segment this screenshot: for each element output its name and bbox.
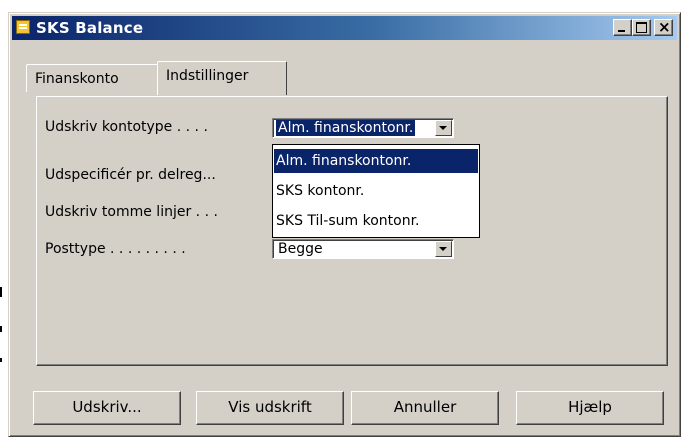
tab-indstillinger[interactable]: Indstillinger bbox=[157, 61, 287, 95]
posttype-select[interactable]: Begge bbox=[272, 239, 454, 259]
close-button[interactable]: × bbox=[654, 18, 673, 36]
chevron-down-icon[interactable] bbox=[435, 120, 452, 136]
udskriv-kontotype-select[interactable]: Alm. finanskontonr. bbox=[272, 118, 454, 138]
button-label: Udskriv... bbox=[72, 398, 142, 416]
button-label: Annuller bbox=[393, 398, 457, 416]
tab-label: Indstillinger bbox=[166, 68, 249, 84]
select-value: Alm. finanskontonr. bbox=[276, 120, 416, 136]
cancel-button[interactable]: Annuller bbox=[351, 391, 499, 425]
print-button[interactable]: Udskriv... bbox=[33, 391, 181, 425]
window-title: SKS Balance bbox=[36, 19, 144, 37]
button-label: Vis udskrift bbox=[228, 398, 312, 416]
dropdown-option[interactable]: SKS Til-sum kontonr. bbox=[274, 209, 478, 233]
preview-button[interactable]: Vis udskrift bbox=[196, 391, 344, 425]
help-button[interactable]: Hjælp bbox=[516, 391, 664, 425]
app-icon[interactable] bbox=[16, 20, 30, 34]
dropdown-option[interactable]: Alm. finanskontonr. bbox=[274, 149, 478, 173]
title-bar[interactable]: SKS Balance × bbox=[12, 16, 677, 40]
chevron-down-icon[interactable] bbox=[435, 241, 452, 257]
close-icon: × bbox=[658, 18, 671, 36]
button-label: Hjælp bbox=[568, 398, 612, 416]
edge-mark bbox=[0, 326, 2, 332]
tab-label: Finanskonto bbox=[35, 71, 119, 87]
tab-finanskonto[interactable]: Finanskonto bbox=[26, 64, 159, 92]
edge-mark bbox=[0, 287, 2, 297]
kontotype-dropdown-list: Alm. finanskontonr. SKS kontonr. SKS Til… bbox=[272, 144, 480, 238]
maximize-button[interactable] bbox=[632, 19, 651, 36]
minimize-button[interactable] bbox=[613, 19, 632, 36]
select-value: Begge bbox=[278, 241, 323, 257]
edge-mark bbox=[0, 358, 2, 362]
dropdown-option[interactable]: SKS kontonr. bbox=[274, 179, 478, 203]
